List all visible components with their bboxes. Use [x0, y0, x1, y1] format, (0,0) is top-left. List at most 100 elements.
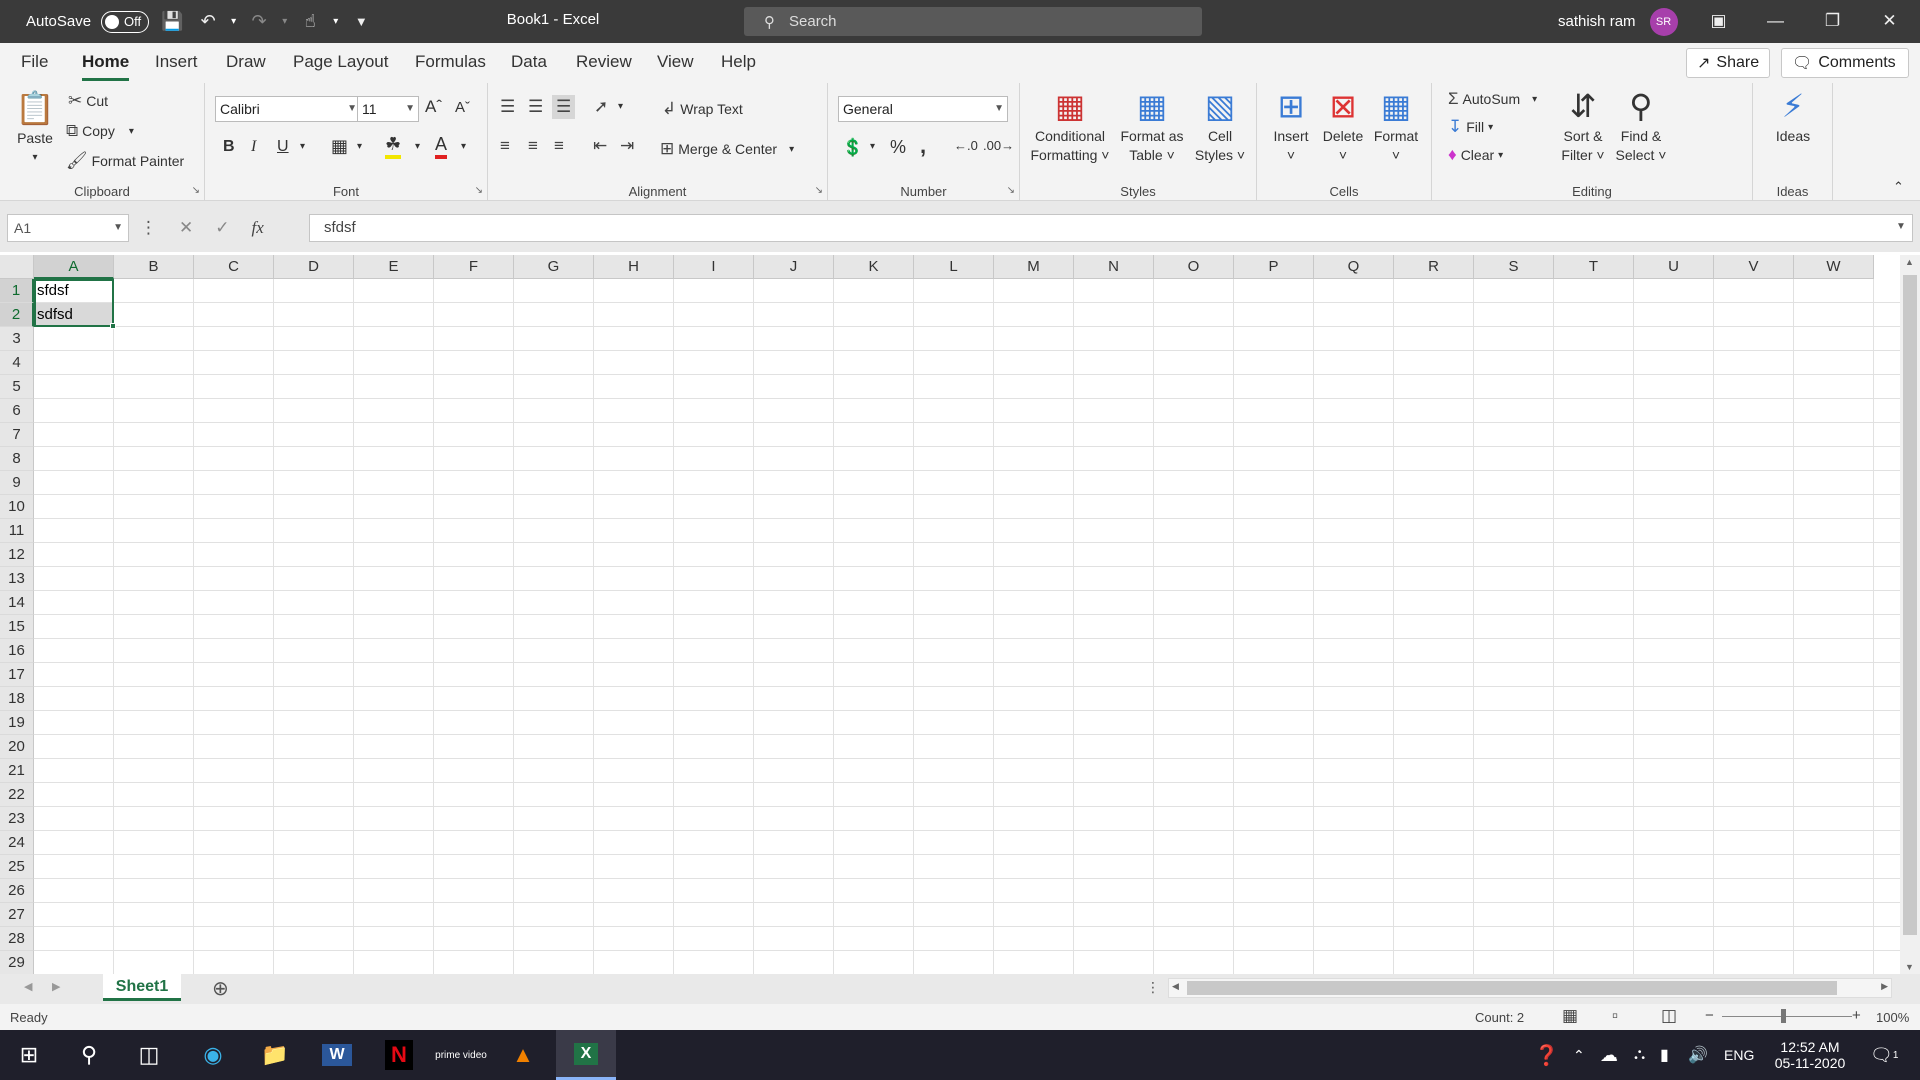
help-icon[interactable]: ❓ [1534, 1030, 1559, 1080]
start-windows-icon[interactable]: ⊞ [0, 1030, 58, 1080]
column-header-P[interactable]: P [1234, 255, 1314, 279]
tab-data[interactable]: Data [511, 43, 547, 83]
column-header-O[interactable]: O [1154, 255, 1234, 279]
cancel-icon[interactable]: ✕ [179, 218, 193, 238]
vertical-scroll-thumb[interactable] [1903, 275, 1917, 935]
volume-icon[interactable]: 🔊 [1688, 1030, 1708, 1080]
select-all-corner[interactable] [0, 255, 34, 279]
column-header-M[interactable]: M [994, 255, 1074, 279]
accounting-dropdown-icon[interactable]: ▾ [870, 141, 875, 152]
horizontal-scroll-thumb[interactable] [1187, 981, 1837, 995]
column-header-J[interactable]: J [754, 255, 834, 279]
enter-icon[interactable]: ✓ [215, 218, 229, 238]
column-header-H[interactable]: H [594, 255, 674, 279]
search-box[interactable]: ⚲ Search [744, 7, 1202, 36]
sort-filter-button[interactable]: ⇵ Sort & Filter ˅ [1556, 87, 1610, 165]
column-header-B[interactable]: B [114, 255, 194, 279]
column-header-T[interactable]: T [1554, 255, 1634, 279]
column-header-N[interactable]: N [1074, 255, 1154, 279]
collapse-ribbon-icon[interactable]: ⌃ [1893, 179, 1904, 195]
scroll-right-icon[interactable]: ▶ [1881, 981, 1888, 992]
align-left-icon[interactable]: ≡ [500, 136, 510, 156]
dialog-launcher-icon[interactable]: ↘ [815, 185, 823, 196]
tab-file[interactable]: File [21, 43, 48, 83]
file-explorer-icon[interactable]: 📁 [246, 1030, 304, 1080]
avatar[interactable]: SR [1649, 7, 1678, 36]
touch-mode-icon[interactable]: ☝ [297, 11, 323, 32]
comments-button[interactable]: 🗨 Comments [1781, 48, 1909, 78]
tab-page-layout[interactable]: Page Layout [293, 43, 388, 83]
touch-dropdown-icon[interactable]: ▾ [333, 16, 338, 27]
italic-button[interactable]: I [251, 138, 256, 156]
orientation-dropdown-icon[interactable]: ▾ [618, 101, 623, 112]
dialog-launcher-icon[interactable]: ↘ [475, 185, 483, 196]
orientation-icon[interactable]: ➚ [594, 97, 608, 117]
tab-view[interactable]: View [657, 43, 694, 83]
row-header-5[interactable]: 5 [0, 375, 34, 399]
zoom-in-icon[interactable]: + [1852, 1007, 1861, 1024]
column-header-G[interactable]: G [514, 255, 594, 279]
row-header-9[interactable]: 9 [0, 471, 34, 495]
column-header-D[interactable]: D [274, 255, 354, 279]
scroll-up-icon[interactable]: ▲ [1905, 257, 1914, 267]
expand-formula-icon[interactable]: ▼ [1896, 221, 1906, 232]
row-header-10[interactable]: 10 [0, 495, 34, 519]
row-header-3[interactable]: 3 [0, 327, 34, 351]
column-header-C[interactable]: C [194, 255, 274, 279]
row-header-24[interactable]: 24 [0, 831, 34, 855]
fill-dropdown-icon[interactable]: ▾ [415, 141, 420, 152]
tab-formulas[interactable]: Formulas [415, 43, 486, 83]
row-header-27[interactable]: 27 [0, 903, 34, 927]
ribbon-display-options-icon[interactable]: ▣ [1690, 0, 1747, 43]
number-format-combo[interactable]: General ▼ [838, 96, 1008, 122]
row-header-26[interactable]: 26 [0, 879, 34, 903]
language-indicator[interactable]: ENG [1724, 1030, 1754, 1080]
splitter-handle-icon[interactable]: ⋮ [1146, 979, 1160, 996]
delete-cells-button[interactable]: ⊠ Delete ˅ [1317, 87, 1369, 165]
row-header-15[interactable]: 15 [0, 615, 34, 639]
underline-button[interactable]: U [277, 138, 289, 156]
tab-help[interactable]: Help [721, 43, 756, 83]
clear-button[interactable]: ♦ Clear ▾ [1448, 145, 1503, 165]
row-header-1[interactable]: 1 [0, 279, 34, 303]
more-options-icon[interactable]: ⋮ [140, 218, 157, 238]
column-header-V[interactable]: V [1714, 255, 1794, 279]
row-header-16[interactable]: 16 [0, 639, 34, 663]
zoom-out-icon[interactable]: − [1705, 1007, 1714, 1024]
cut-button[interactable]: ✂ Cut [68, 91, 108, 111]
format-as-table-button[interactable]: ▦ Format as Table ˅ [1116, 87, 1188, 165]
accounting-format-icon[interactable]: 💲 [842, 138, 863, 158]
font-name-combo[interactable]: Calibri ▼ [215, 96, 361, 122]
row-header-23[interactable]: 23 [0, 807, 34, 831]
customize-toolbar-icon[interactable]: ▼ [348, 14, 374, 29]
dialog-launcher-icon[interactable]: ↘ [1007, 185, 1015, 196]
fill-button[interactable]: ↧ Fill ▾ [1448, 117, 1493, 137]
prime-video-icon[interactable]: prime video [432, 1030, 490, 1080]
undo-dropdown-icon[interactable]: ▾ [231, 16, 236, 27]
column-header-A[interactable]: A [34, 255, 114, 279]
vertical-scrollbar[interactable]: ▲ ▼ [1900, 255, 1920, 974]
row-header-18[interactable]: 18 [0, 687, 34, 711]
column-header-I[interactable]: I [674, 255, 754, 279]
wifi-icon[interactable]: ⛬ [1634, 1030, 1645, 1080]
font-color-icon[interactable]: A [435, 134, 448, 159]
minimize-icon[interactable]: — [1747, 0, 1804, 43]
worksheet-grid[interactable]: ABCDEFGHIJKLMNOPQRSTUVW 1 2 3 4 5 6 7 8 9 10 11 12 1… [0, 255, 1900, 974]
add-sheet-icon[interactable]: ⊕ [212, 976, 229, 1001]
row-header-4[interactable]: 4 [0, 351, 34, 375]
row-header-6[interactable]: 6 [0, 399, 34, 423]
percent-button[interactable]: % [890, 137, 906, 158]
tab-home[interactable]: Home [82, 43, 130, 83]
zoom-slider[interactable] [1722, 1016, 1852, 1017]
wrap-text-button[interactable]: ↲ Wrap Text [662, 99, 743, 119]
column-header-Q[interactable]: Q [1314, 255, 1394, 279]
tab-draw[interactable]: Draw [226, 43, 266, 83]
insert-cells-button[interactable]: ⊞ Insert ˅ [1265, 87, 1317, 165]
tab-insert[interactable]: Insert [155, 43, 198, 83]
column-header-F[interactable]: F [434, 255, 514, 279]
find-select-button[interactable]: ⚲ Find & Select ˅ [1612, 87, 1670, 165]
row-header-25[interactable]: 25 [0, 855, 34, 879]
row-header-20[interactable]: 20 [0, 735, 34, 759]
conditional-formatting-button[interactable]: ▦ Conditional Formatting ˅ [1030, 87, 1110, 165]
sheet-tab-sheet1[interactable]: Sheet1 [103, 974, 181, 1001]
